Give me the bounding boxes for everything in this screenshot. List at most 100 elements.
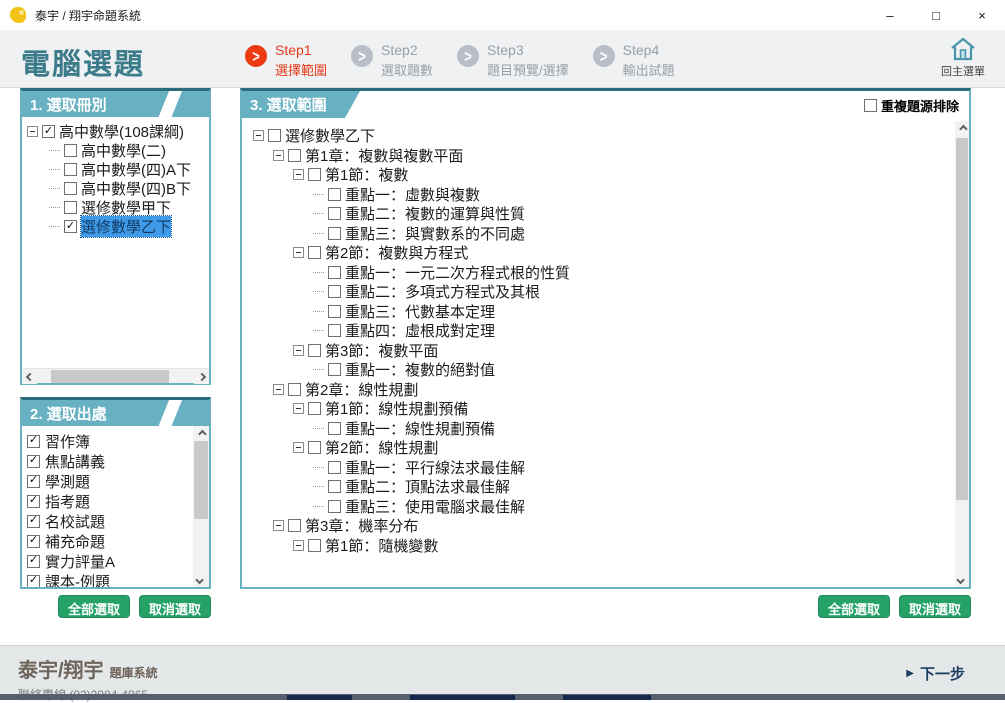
select-all-button[interactable]: 全部選取 (818, 595, 890, 618)
tree-item-checkbox[interactable] (64, 144, 77, 157)
step-1[interactable]: >Step1選擇範圍 (245, 42, 327, 79)
tree-item-label[interactable]: 重點一：複數的絕對值 (345, 359, 495, 380)
dedupe-checkbox[interactable] (864, 99, 877, 112)
source-list-item[interactable]: 焦點講義 (27, 451, 193, 471)
expand-toggle-icon[interactable] (293, 345, 304, 356)
source-list-item[interactable]: 課本-例題 (27, 571, 193, 587)
expand-toggle-icon[interactable] (273, 384, 284, 395)
tree-item-checkbox[interactable] (308, 246, 321, 259)
tree-item-checkbox[interactable] (308, 168, 321, 181)
tree-item-label[interactable]: 第3節：複數平面 (325, 340, 438, 361)
next-step-button[interactable]: ▶ 下一步 (906, 663, 965, 684)
tree-item-label[interactable]: 重點一：虛數與複數 (345, 184, 480, 205)
tree-item-checkbox[interactable] (64, 182, 77, 195)
step-3[interactable]: >Step3題目預覽/選擇 (457, 42, 569, 79)
vscroll-thumb[interactable] (956, 138, 968, 500)
hscroll-thumb[interactable] (51, 370, 169, 383)
expand-toggle-icon[interactable] (273, 150, 284, 161)
hscroll-track[interactable] (37, 369, 194, 383)
step-4[interactable]: >Step4輸出試題 (593, 42, 675, 79)
tree-item-checkbox[interactable] (288, 383, 301, 396)
source-item-checkbox[interactable] (27, 495, 40, 508)
step-2[interactable]: >Step2選取題數 (351, 42, 433, 79)
tree-item-label[interactable]: 重點三：代數基本定理 (345, 301, 495, 322)
tree-item-checkbox[interactable] (328, 266, 341, 279)
home-button[interactable]: 回主選單 (932, 36, 994, 79)
tree-item-checkbox[interactable] (328, 305, 341, 318)
tree-item-checkbox[interactable] (328, 285, 341, 298)
tree-item-label[interactable]: 第1節：複數 (325, 164, 408, 185)
source-list-item[interactable]: 實力評量A (27, 551, 193, 571)
source-item-checkbox[interactable] (27, 535, 40, 548)
tree-item-checkbox[interactable] (64, 163, 77, 176)
volume-tree-hscrollbar[interactable] (22, 368, 209, 383)
source-item-checkbox[interactable] (27, 475, 40, 488)
tree-item-label[interactable]: 重點三：與實數系的不同處 (345, 223, 525, 244)
tree-item-checkbox[interactable] (268, 129, 281, 142)
tree-item-label[interactable]: 重點一：線性規劃預備 (345, 418, 495, 439)
tree-item-checkbox[interactable] (308, 441, 321, 454)
tree-item-checkbox[interactable] (288, 519, 301, 532)
tree-item-label[interactable]: 高中數學(四)B下 (81, 178, 191, 199)
tree-item-checkbox[interactable] (42, 125, 55, 138)
source-list-item[interactable]: 學測題 (27, 471, 193, 491)
tree-item-checkbox[interactable] (308, 344, 321, 357)
tree-item-label[interactable]: 高中數學(二) (81, 140, 166, 161)
tree-item-checkbox[interactable] (64, 201, 77, 214)
dedupe-option[interactable]: 重複題源排除 (864, 96, 959, 115)
source-item-checkbox[interactable] (27, 435, 40, 448)
tree-item-label[interactable]: 高中數學(108課綱) (59, 121, 184, 142)
tree-item-label[interactable]: 第2節：複數與方程式 (325, 242, 468, 263)
source-list-vscrollbar[interactable] (193, 426, 209, 587)
select-all-button[interactable]: 全部選取 (58, 595, 130, 618)
deselect-button[interactable]: 取消選取 (139, 595, 211, 618)
tree-item-checkbox[interactable] (328, 324, 341, 337)
source-list-item[interactable]: 指考題 (27, 491, 193, 511)
expand-toggle-icon[interactable] (27, 126, 38, 137)
expand-toggle-icon[interactable] (293, 442, 304, 453)
tree-item-checkbox[interactable] (308, 539, 321, 552)
close-button[interactable]: × (959, 0, 1005, 30)
expand-toggle-icon[interactable] (253, 130, 264, 141)
scope-tree-vscrollbar[interactable] (955, 121, 969, 587)
tree-item-label[interactable]: 重點二：複數的運算與性質 (345, 203, 525, 224)
tree-item-label[interactable]: 選修數學乙下 (285, 125, 375, 146)
maximize-button[interactable]: □ (913, 0, 959, 30)
tree-item-label[interactable]: 第2章：線性規劃 (305, 379, 418, 400)
tree-item-checkbox[interactable] (328, 227, 341, 240)
source-item-checkbox[interactable] (27, 455, 40, 468)
source-list-item[interactable]: 補充命題 (27, 531, 193, 551)
tree-item-checkbox[interactable] (328, 500, 341, 513)
vscroll-thumb[interactable] (194, 441, 208, 519)
tree-item-checkbox[interactable] (328, 480, 341, 493)
deselect-button[interactable]: 取消選取 (899, 595, 971, 618)
tree-item-checkbox[interactable] (328, 461, 341, 474)
tree-item-label[interactable]: 第1章：複數與複數平面 (305, 145, 463, 166)
scroll-left-button[interactable] (22, 369, 37, 384)
tree-item-label[interactable]: 第3章：機率分布 (305, 515, 418, 536)
expand-toggle-icon[interactable] (273, 520, 284, 531)
tree-item-checkbox[interactable] (328, 363, 341, 376)
tree-item-label[interactable]: 重點二：頂點法求最佳解 (345, 476, 510, 497)
tree-item-label[interactable]: 重點一：平行線法求最佳解 (345, 457, 525, 478)
tree-item-checkbox[interactable] (328, 422, 341, 435)
tree-item-label[interactable]: 選修數學甲下 (81, 197, 171, 218)
tree-item-label[interactable]: 重點三：使用電腦求最佳解 (345, 496, 525, 517)
expand-toggle-icon[interactable] (293, 247, 304, 258)
vscroll-track[interactable] (955, 136, 969, 572)
tree-item-checkbox[interactable] (328, 188, 341, 201)
scroll-down-button[interactable] (955, 572, 969, 587)
tree-item-checkbox[interactable] (308, 402, 321, 415)
tree-item-label[interactable]: 第1節：隨機變數 (325, 535, 438, 556)
tree-item-label[interactable]: 選修數學乙下 (81, 216, 171, 237)
scroll-up-button[interactable] (955, 121, 969, 136)
tree-item-label[interactable]: 第2節：線性規劃 (325, 437, 438, 458)
expand-toggle-icon[interactable] (293, 540, 304, 551)
scroll-right-button[interactable] (194, 369, 209, 384)
tree-item-label[interactable]: 重點二：多項式方程式及其根 (345, 281, 540, 302)
tree-item-label[interactable]: 重點一：一元二次方程式根的性質 (345, 262, 570, 283)
tree-item-checkbox[interactable] (288, 149, 301, 162)
vscroll-track[interactable] (193, 441, 209, 572)
source-item-checkbox[interactable] (27, 555, 40, 568)
scroll-down-button[interactable] (193, 572, 209, 587)
